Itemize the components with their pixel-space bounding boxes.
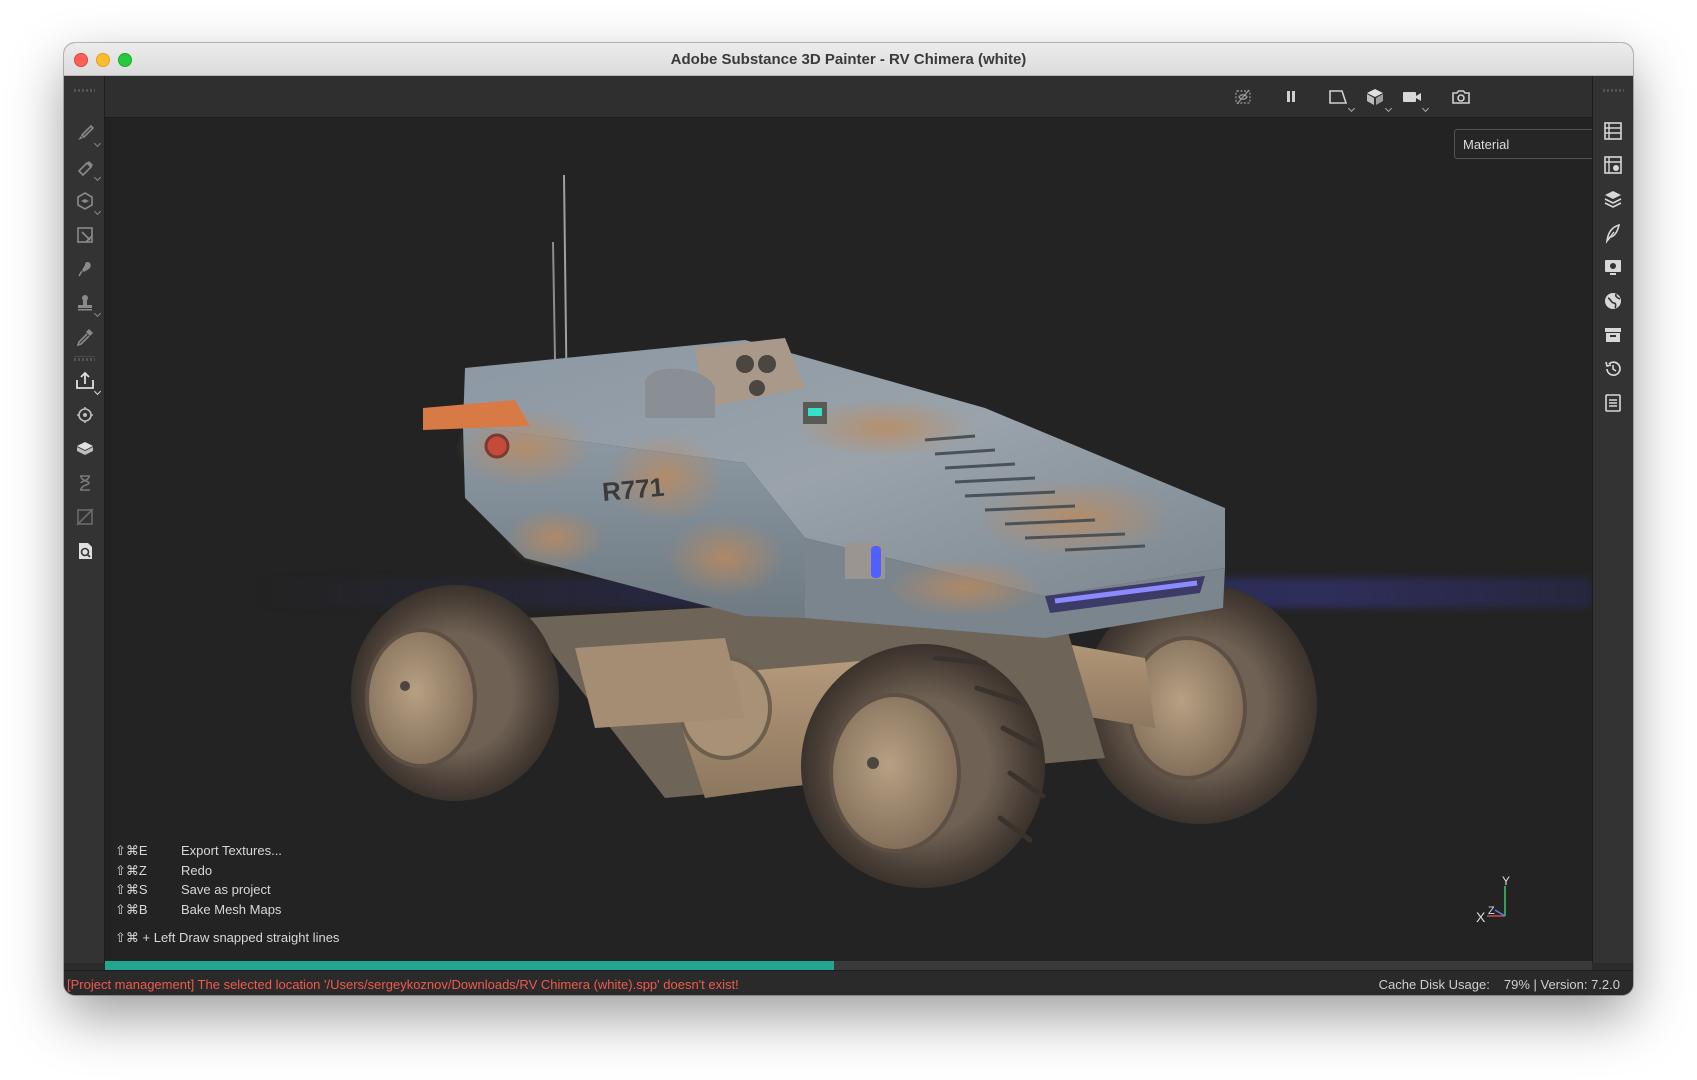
shortcut-key: ⇧⌘E <box>115 843 148 858</box>
hide-overlay-button[interactable] <box>1232 86 1258 110</box>
clone-tool-button[interactable] <box>72 290 102 318</box>
error-message[interactable]: [Project management] The selected locati… <box>67 977 739 992</box>
left-tool-bar <box>64 76 105 963</box>
paint-tool-button[interactable] <box>72 120 102 148</box>
smudge-tool-button[interactable] <box>72 256 98 282</box>
log-icon <box>1605 394 1621 412</box>
properties-button[interactable] <box>1602 222 1626 246</box>
cache-status: Cache Disk Usage: 79% | Version: 7.2.0 <box>1365 977 1620 992</box>
color-picker-icon <box>76 329 93 347</box>
vehicle-marking: R771 <box>601 472 666 507</box>
channel-select[interactable]: Material <box>1454 129 1592 159</box>
polygon-fill-icon <box>77 227 93 243</box>
layers-button[interactable] <box>1602 188 1626 212</box>
snap-hint: ⇧⌘ + Left Draw snapped straight lines <box>115 930 340 945</box>
clone-stamp-icon <box>78 295 92 311</box>
pause-button[interactable] <box>1280 86 1306 110</box>
window-title: Adobe Substance 3D Painter - RV Chimera … <box>670 51 1027 68</box>
shortcut-key: ⇧⌘Z <box>115 862 147 878</box>
shortcut-row: ⇧⌘S Save as project <box>115 882 282 902</box>
texture-set-list-icon <box>1604 122 1622 140</box>
assets-icon <box>1605 328 1621 342</box>
camera-button[interactable] <box>1401 86 1430 113</box>
axis-y-label: Y <box>1502 876 1510 888</box>
history-tool-button[interactable] <box>72 470 98 496</box>
shortcut-key: ⇧⌘S <box>115 882 148 897</box>
document-icon <box>79 543 92 559</box>
paint-brush-icon <box>78 124 95 140</box>
view-mode-3d-icon <box>1367 89 1383 105</box>
pause-icon <box>1287 91 1295 102</box>
display-settings-icon <box>1605 260 1621 275</box>
toolbar-grip[interactable] <box>1603 89 1624 92</box>
polygon-fill-tool-button[interactable] <box>72 222 98 248</box>
document-button[interactable] <box>72 538 98 564</box>
hide-overlay-icon <box>1235 89 1251 105</box>
cache-value: 79% | Version: 7.2.0 <box>1503 977 1620 992</box>
shortcut-row: ⇧⌘B Bake Mesh Maps <box>115 902 282 922</box>
shortcut-label: Export Textures... <box>181 843 282 858</box>
shelf-button[interactable] <box>1602 290 1626 314</box>
axis-z-label: Z <box>1488 905 1495 917</box>
eraser-icon <box>77 161 93 177</box>
assets-button[interactable] <box>1602 324 1626 348</box>
history-panel-button[interactable] <box>1602 358 1626 382</box>
shortcut-label: Bake Mesh Maps <box>181 901 282 917</box>
view-mode-2d-icon <box>1329 90 1348 104</box>
cache-label: Cache Disk Usage: <box>1378 977 1490 992</box>
app-window: Adobe Substance 3D Painter - RV Chimera … <box>64 43 1633 995</box>
progress-bar <box>105 961 1592 970</box>
rover-model[interactable]: R771 <box>105 118 1592 963</box>
layers-icon <box>1604 191 1622 208</box>
projection-icon <box>77 192 93 210</box>
projection-tool-button[interactable] <box>72 188 102 216</box>
texture-set-icon <box>77 442 93 455</box>
export-icon <box>76 371 94 389</box>
shortcut-label: Save as project <box>181 882 271 897</box>
toolbar-grip[interactable] <box>74 89 95 92</box>
shortcut-row: ⇧⌘E Export Textures... <box>115 843 282 863</box>
3d-viewport[interactable]: R771 Material ⇧⌘E Export Textures... ⇧⌘Z R… <box>105 118 1592 963</box>
shortcut-row: ⇧⌘Z Redo <box>115 863 282 883</box>
shortcut-label: Redo <box>181 862 213 878</box>
bake-icon <box>77 407 93 423</box>
toolbar-separator <box>74 356 95 357</box>
texture-set-settings-button[interactable] <box>1602 154 1626 178</box>
toolbar-grip-2[interactable] <box>74 358 95 361</box>
texture-set-button[interactable] <box>72 436 98 462</box>
export-button[interactable] <box>72 368 102 396</box>
axis-gizmo: Y X Z <box>1476 876 1510 925</box>
viewport-toolbar <box>105 76 1592 118</box>
channel-select-value: Material <box>1463 137 1510 152</box>
screenshot-button[interactable] <box>1450 86 1476 110</box>
view-mode-2d-button[interactable] <box>1327 86 1356 113</box>
texture-set-settings-icon <box>1604 156 1622 174</box>
axis-x-label: X <box>1476 909 1486 925</box>
shortcut-key: ⇧⌘B <box>115 901 148 917</box>
uv-hide-button[interactable] <box>72 504 98 530</box>
texture-set-list-button[interactable] <box>1602 120 1626 144</box>
bake-button[interactable] <box>72 402 98 428</box>
shortcut-hints: ⇧⌘E Export Textures... ⇧⌘Z Redo ⇧⌘S Save as… <box>115 843 282 921</box>
right-panel-bar <box>1592 76 1633 963</box>
title-bar: Adobe Substance 3D Painter - RV Chimera … <box>64 43 1633 76</box>
log-button[interactable] <box>1602 392 1626 416</box>
camera-icon <box>1403 92 1421 102</box>
eraser-tool-button[interactable] <box>72 154 102 182</box>
properties-icon <box>1605 223 1621 244</box>
progress-fill <box>105 961 834 970</box>
color-picker-tool-button[interactable] <box>72 324 98 350</box>
status-bar: [Project management] The selected locati… <box>64 970 1633 995</box>
display-settings-button[interactable] <box>1602 256 1626 280</box>
smudge-icon <box>78 262 91 277</box>
history-icon <box>80 475 90 491</box>
uv-hide-icon <box>76 508 94 526</box>
view-mode-3d-button[interactable] <box>1364 86 1393 113</box>
screenshot-icon <box>1452 90 1470 104</box>
shelf-icon <box>1605 293 1621 309</box>
history-panel-icon <box>1605 361 1621 377</box>
